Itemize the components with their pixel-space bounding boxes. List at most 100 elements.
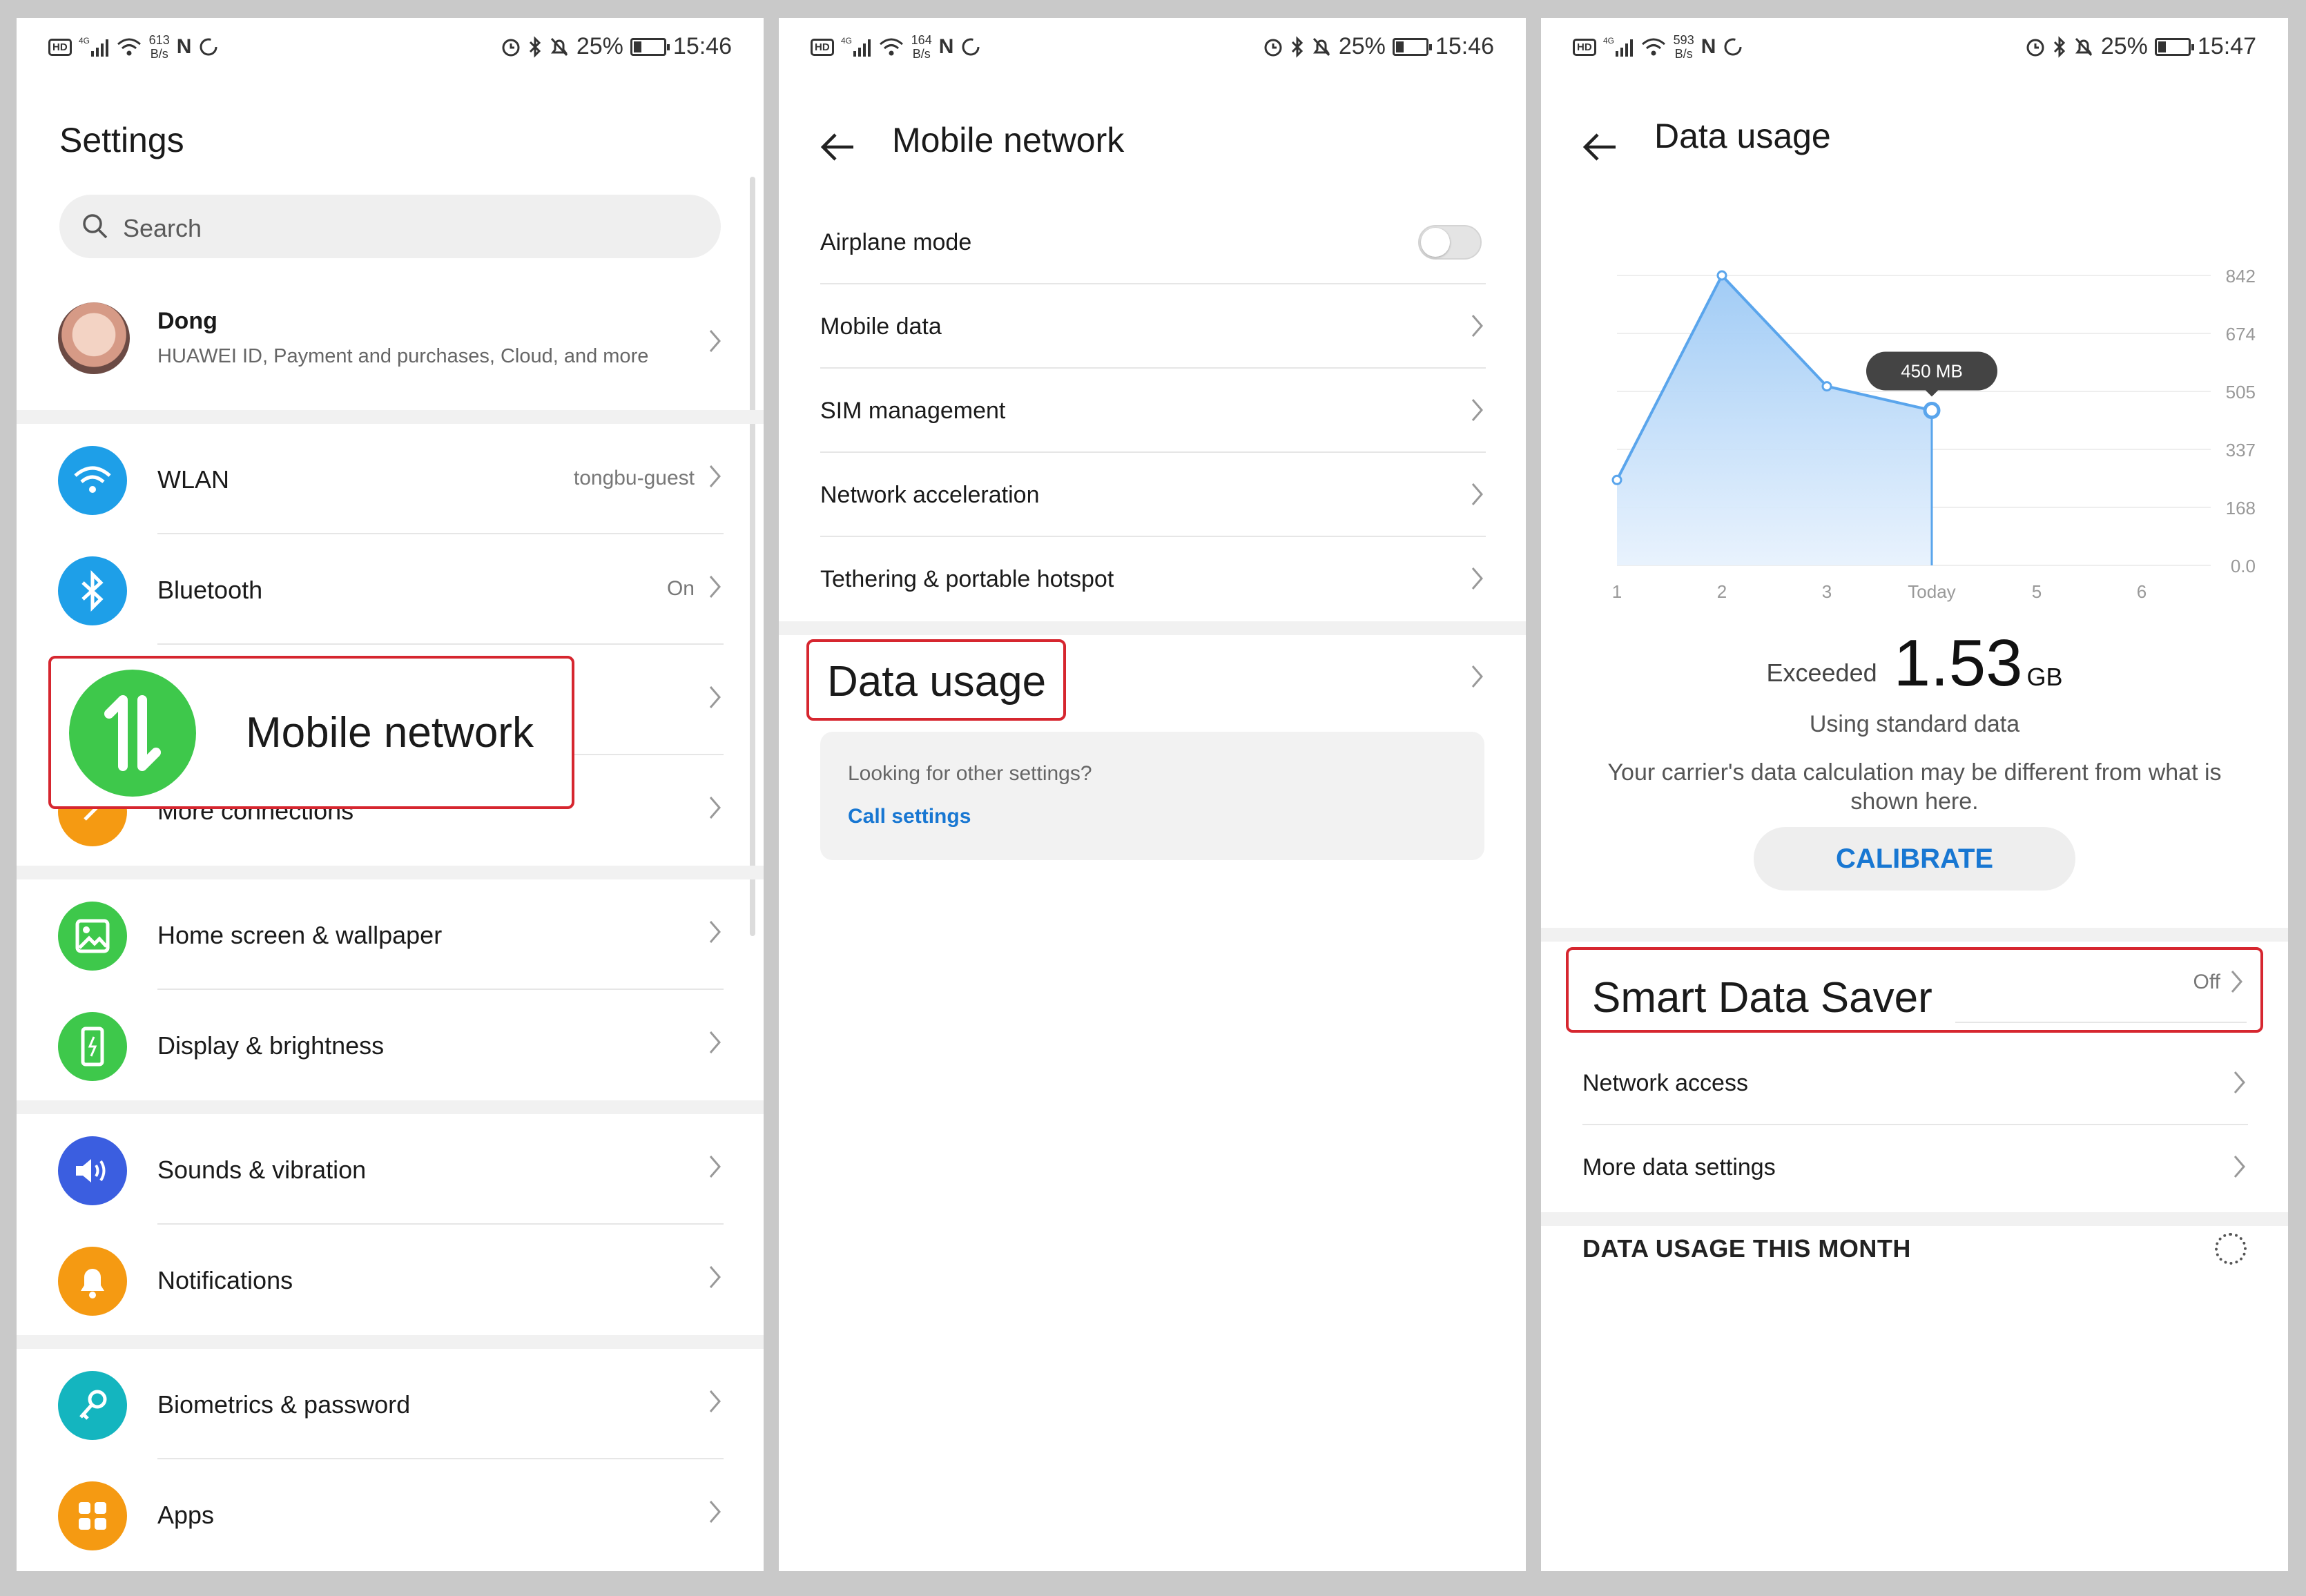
- item-label: Network acceleration: [820, 482, 1040, 508]
- tooltip-label: 450 MB: [1901, 361, 1963, 382]
- battery-icon: [1392, 37, 1432, 56]
- value-tooltip: 450 MB: [1866, 351, 1997, 397]
- network-access-row[interactable]: Network access: [1541, 1041, 2288, 1125]
- mute-icon: [1312, 37, 1330, 56]
- callout-label: Smart Data Saver: [1592, 974, 1932, 1022]
- settings-item-bluetooth[interactable]: Bluetooth On: [17, 534, 764, 645]
- chevron-right-icon: [709, 1390, 721, 1412]
- chevron-right-icon: [1471, 483, 1483, 505]
- smart-saver-value: Off: [2193, 971, 2220, 993]
- alarm-icon: [502, 39, 520, 56]
- network-speed: 164 B/s: [911, 33, 932, 61]
- settings-item-home-screen[interactable]: Home screen & wallpaper: [17, 879, 764, 990]
- page-header: Settings: [17, 94, 764, 184]
- item-label: Tethering & portable hotspot: [820, 566, 1114, 592]
- status-bar: HD 4G 164 B/s N 25% 15:46: [779, 18, 1526, 80]
- y-tick-label: 0.0: [2231, 556, 2256, 576]
- network-speed: 593 B/s: [1673, 33, 1694, 61]
- image-icon: [58, 902, 127, 971]
- chevron-right-icon: [1471, 315, 1483, 337]
- alarm-icon: [1264, 39, 1282, 56]
- chevron-right-icon: [709, 1156, 721, 1178]
- battery-percent: 25%: [1338, 33, 1386, 59]
- network-acceleration-row[interactable]: Network acceleration: [779, 453, 1526, 537]
- exceeded-value: 1.53: [1893, 626, 2023, 700]
- x-tick-label: Today: [1908, 581, 1955, 602]
- sync-icon: [1724, 38, 1742, 56]
- y-tick-label: 337: [2226, 440, 2256, 460]
- airplane-mode-row[interactable]: Airplane mode: [779, 200, 1526, 284]
- chevron-right-icon: [709, 686, 721, 708]
- sim-management-row[interactable]: SIM management: [779, 369, 1526, 453]
- settings-item-notifications[interactable]: Notifications: [17, 1225, 764, 1335]
- section-divider: [1541, 1212, 2288, 1226]
- chevron-right-icon: [2231, 971, 2242, 993]
- clock: 15:47: [2197, 33, 2256, 59]
- item-label: Network access: [1582, 1070, 1748, 1096]
- settings-item-label: Home screen & wallpaper: [157, 921, 443, 949]
- bell-icon: [58, 1247, 127, 1316]
- alarm-icon: [2026, 39, 2044, 56]
- highlight-smart-data-saver[interactable]: Smart Data Saver Off: [1566, 947, 2263, 1033]
- svg-text:4G: 4G: [79, 36, 90, 46]
- x-tick-label: 5: [2032, 581, 2042, 602]
- settings-item-label: Biometrics & password: [157, 1390, 411, 1419]
- section-title: DATA USAGE THIS MONTH: [1582, 1234, 1911, 1263]
- airplane-mode-toggle[interactable]: [1418, 225, 1482, 260]
- network-speed: 613 B/s: [148, 33, 170, 61]
- sync-icon: [200, 38, 217, 56]
- search-placeholder: Search: [123, 214, 202, 242]
- settings-item-value: tongbu-guest: [573, 467, 695, 489]
- data-usage-chart[interactable]: 842 674 505 337 168 0.0 1 2 3 Today 5 6 450 MB: [1569, 225, 2259, 612]
- page-header: Mobile network: [779, 94, 1526, 184]
- status-bar: HD 4G 613 B/s N 25% 15:46: [17, 18, 764, 80]
- clock: 15:46: [672, 33, 732, 59]
- settings-item-sounds[interactable]: Sounds & vibration: [17, 1114, 764, 1225]
- tethering-row[interactable]: Tethering & portable hotspot: [779, 537, 1526, 621]
- back-arrow-icon[interactable]: [1580, 130, 1621, 164]
- highlight-data-usage[interactable]: Data usage: [806, 639, 1066, 721]
- chevron-right-icon: [709, 465, 721, 487]
- battery-icon: [630, 37, 670, 56]
- data-usage-screen: HD 4G 593 B/s N 25% 15:47 Data usage 842…: [1541, 18, 2288, 1571]
- settings-item-label: Bluetooth: [157, 576, 263, 604]
- settings-item-wlan[interactable]: WLAN tongbu-guest: [17, 424, 764, 534]
- callout-label: Mobile network: [246, 709, 534, 757]
- usage-area: [1617, 275, 1932, 565]
- data-point: [1923, 402, 1941, 420]
- y-tick-label: 842: [2226, 266, 2256, 286]
- nfc-icon: N: [176, 35, 192, 58]
- data-point: [1611, 474, 1622, 485]
- page-title: Settings: [59, 121, 184, 159]
- profile-name: Dong: [157, 308, 217, 334]
- svg-text:4G: 4G: [1603, 36, 1614, 46]
- card-question: Looking for other settings?: [848, 762, 1092, 785]
- highlight-mobile-network[interactable]: Mobile network: [48, 656, 574, 809]
- chevron-right-icon: [1471, 567, 1483, 590]
- call-settings-link[interactable]: Call settings: [848, 805, 971, 828]
- bluetooth-icon: [58, 556, 127, 625]
- chevron-right-icon: [2234, 1156, 2245, 1178]
- mobile-data-row[interactable]: Mobile data: [779, 284, 1526, 369]
- item-label: SIM management: [820, 398, 1006, 424]
- mobile-data-icon: [69, 670, 196, 797]
- plan-type: Using standard data: [1809, 711, 2020, 737]
- avatar: [58, 302, 130, 374]
- page-title: Mobile network: [892, 121, 1125, 159]
- chevron-right-icon: [709, 576, 721, 598]
- settings-item-biometrics[interactable]: Biometrics & password: [17, 1349, 764, 1459]
- settings-item-display[interactable]: Display & brightness: [17, 990, 764, 1100]
- bluetooth-status-icon: [1291, 35, 1303, 58]
- hd-icon: HD: [48, 38, 72, 56]
- mute-icon: [550, 37, 568, 56]
- more-data-settings-row[interactable]: More data settings: [1541, 1125, 2288, 1209]
- data-point: [1821, 381, 1832, 392]
- item-label: More data settings: [1582, 1154, 1776, 1180]
- section-divider: [17, 1335, 764, 1349]
- battery-icon: [2154, 37, 2194, 56]
- calibrate-button[interactable]: CALIBRATE: [1754, 827, 2075, 891]
- item-label: Airplane mode: [820, 229, 972, 255]
- settings-item-apps[interactable]: Apps: [17, 1459, 764, 1570]
- search-input[interactable]: Search: [59, 195, 721, 258]
- back-arrow-icon[interactable]: [817, 130, 859, 164]
